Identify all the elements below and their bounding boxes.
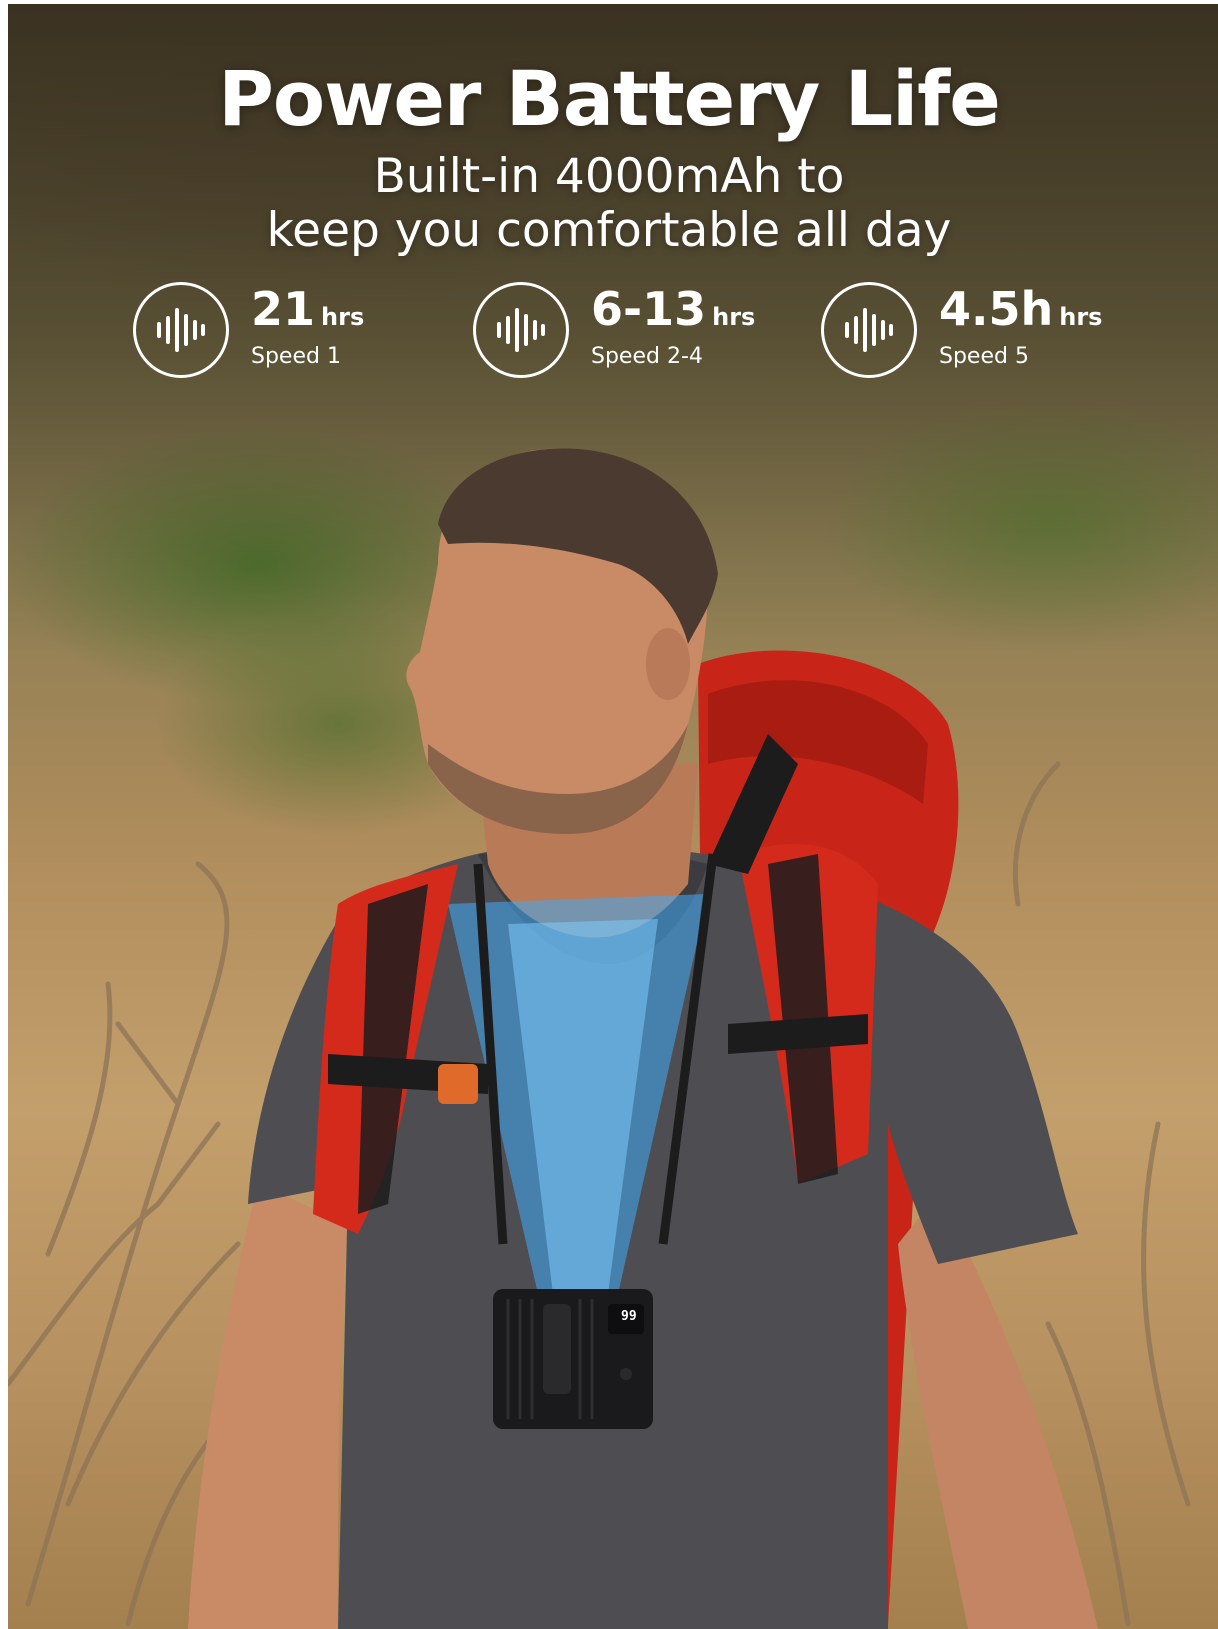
sound-wave-icon	[821, 282, 917, 378]
stat-label: Speed 1	[251, 344, 341, 369]
subheadline-line-2: keep you comfortable all day	[266, 203, 952, 258]
subheadline: Built-in 4000mAh to keep you comfortable…	[0, 150, 1218, 258]
battery-stats: 21 hrs Speed 1 6-13 hrs Speed 2-4 4.5h h…	[0, 282, 1218, 382]
sound-wave-icon	[133, 282, 229, 378]
right-arm	[898, 1194, 1098, 1629]
sound-wave-icon	[473, 282, 569, 378]
stat-value: 21	[251, 282, 316, 336]
stat-unit: hrs	[321, 303, 365, 331]
subheadline-line-1: Built-in 4000mAh to	[373, 149, 845, 204]
stat-value: 6-13	[591, 282, 707, 336]
stat-label: Speed 2-4	[591, 344, 703, 369]
headline: Power Battery Life	[218, 54, 1001, 143]
stat-value: 4.5h	[939, 282, 1054, 336]
left-arm	[188, 1184, 348, 1629]
stat-unit: hrs	[712, 303, 756, 331]
stat-unit: hrs	[1059, 303, 1103, 331]
stat-label: Speed 5	[939, 344, 1029, 369]
device-display-text: 99	[621, 1309, 637, 1324]
product-image: Power Battery Life Built-in 4000mAh to k…	[0, 0, 1218, 1629]
